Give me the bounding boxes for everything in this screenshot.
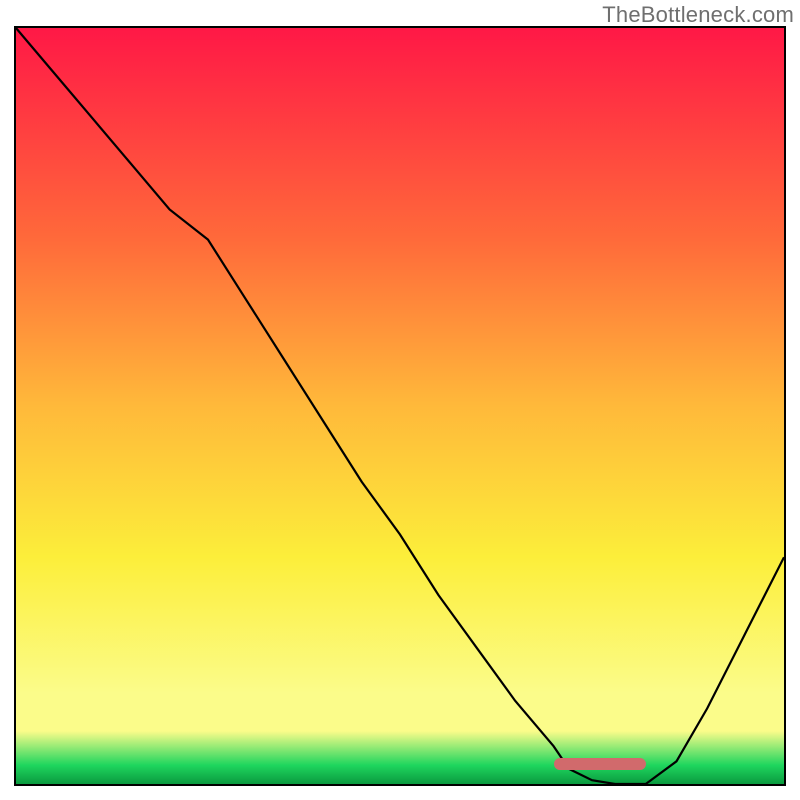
plot-frame: [14, 26, 786, 786]
curve-path: [16, 28, 784, 784]
plot-area: [16, 28, 784, 784]
bottleneck-chart: TheBottleneck.com: [0, 0, 800, 800]
bottleneck-curve: [16, 28, 784, 784]
optimal-range-marker: [554, 758, 646, 770]
watermark-text: TheBottleneck.com: [602, 2, 794, 28]
